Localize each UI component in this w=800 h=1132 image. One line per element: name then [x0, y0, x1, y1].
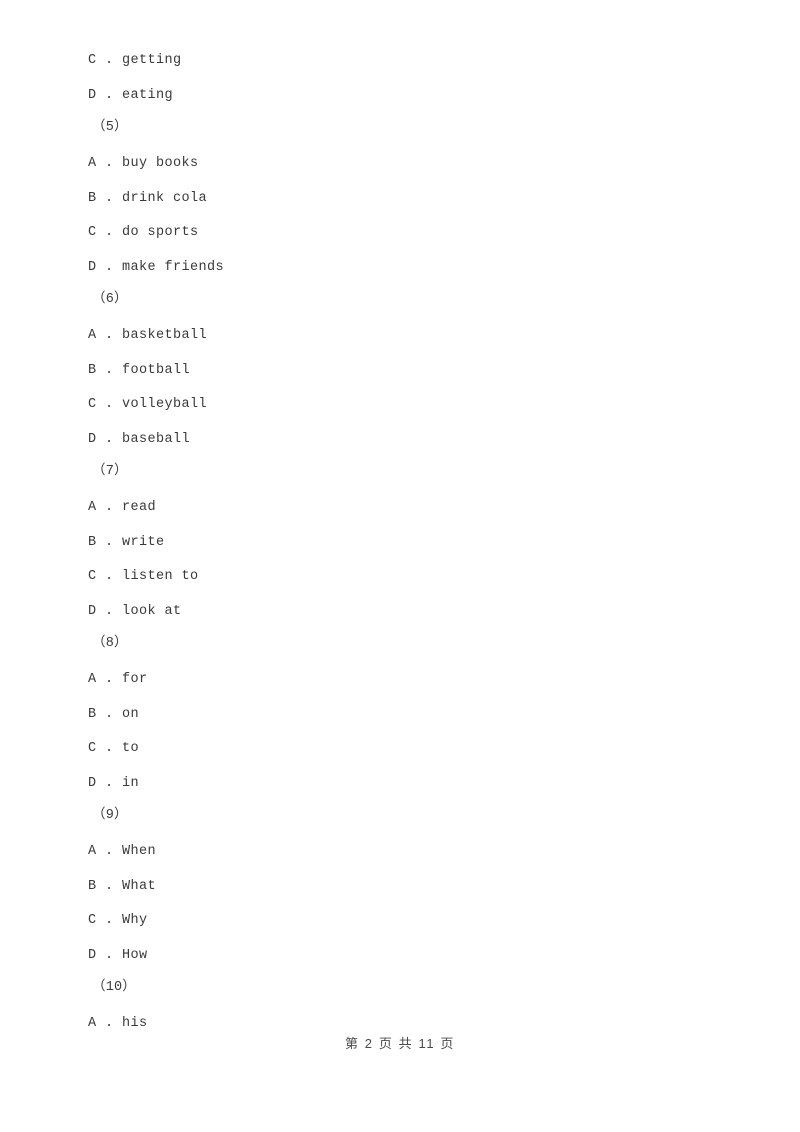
answer-option: C . to	[88, 741, 140, 756]
answer-option: B . football	[88, 363, 191, 378]
answer-option: B . write	[88, 535, 165, 550]
answer-option: A . read	[88, 500, 157, 515]
answer-option: C . Why	[88, 913, 148, 928]
answer-option: A . for	[88, 672, 148, 687]
answer-option: C . do sports	[88, 225, 199, 240]
question-number: （10）	[92, 980, 137, 995]
answer-option: D . in	[88, 776, 140, 791]
question-number: （6）	[92, 292, 128, 307]
answer-option: C . listen to	[88, 569, 199, 584]
answer-option: C . getting	[88, 53, 182, 68]
question-number: （8）	[92, 636, 128, 651]
question-number: （7）	[92, 464, 128, 479]
question-number: （5）	[92, 120, 128, 135]
answer-option: D . baseball	[88, 432, 191, 447]
answer-option: D . look at	[88, 604, 182, 619]
answer-option: A . buy books	[88, 156, 199, 171]
answer-option: B . drink cola	[88, 191, 208, 206]
answer-option: D . How	[88, 948, 148, 963]
answer-option: A . his	[88, 1016, 148, 1031]
page-number-footer: 第 2 页 共 11 页	[345, 1036, 455, 1051]
page-sheet: C . getting D . eating （5） A . buy books B .…	[0, 0, 800, 1132]
answer-option: A . When	[88, 844, 157, 859]
question-number: （9）	[92, 808, 128, 823]
page-footer: 第 2 页 共 11 页	[0, 1033, 800, 1053]
answer-option: D . make friends	[88, 260, 225, 275]
answer-option: C . volleyball	[88, 397, 208, 412]
answer-option: B . What	[88, 879, 157, 894]
answer-option: D . eating	[88, 88, 174, 103]
answer-option: B . on	[88, 707, 140, 722]
answer-option: A . basketball	[88, 328, 208, 343]
